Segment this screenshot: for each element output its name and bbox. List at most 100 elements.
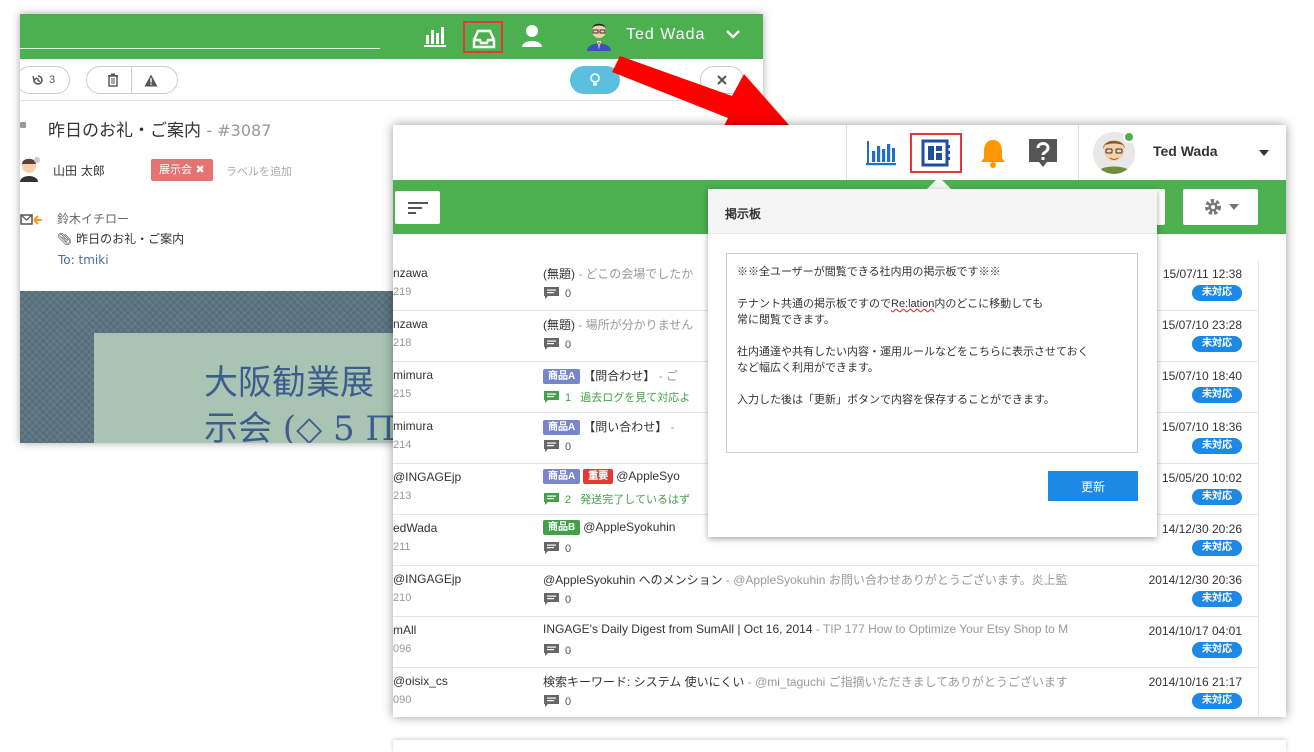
tag-badge[interactable]: 商品B — [543, 520, 581, 535]
row-id: 213 — [393, 490, 412, 502]
status-badge[interactable]: 未対応 — [1192, 540, 1242, 556]
row-comments: 0 — [544, 440, 571, 453]
tag-badge[interactable]: 商品A — [543, 420, 581, 435]
popover-header: 掲示板 — [708, 189, 1157, 234]
tag-badge[interactable]: 商品A — [543, 369, 581, 384]
mail-reply-icon — [20, 212, 46, 226]
table-row[interactable]: @oisix_cs 090 検索キーワード: システム 使いにくい - @mi_ta… — [393, 668, 1258, 717]
chart-icon[interactable] — [422, 23, 448, 49]
row-comments: 1 過去ログを見て対応よ — [544, 389, 690, 405]
front-header: Ted Wada — [393, 125, 1286, 180]
update-button[interactable]: 更新 — [1048, 471, 1138, 501]
user-icon[interactable] — [519, 23, 545, 49]
row-date: 2014/10/16 21:17 — [1148, 675, 1242, 689]
settings-button[interactable] — [1183, 189, 1258, 225]
subject-text: 昨日のお礼・ご案内 — [48, 121, 201, 141]
ticket-subject: 昨日のお礼・ご案内 - #3087 — [48, 116, 271, 141]
row-customer: edWada — [393, 521, 438, 535]
bulletin-line3: 常に閲覧できます。 — [737, 314, 835, 326]
warning-icon[interactable] — [144, 74, 158, 87]
status-badge[interactable]: 未対応 — [1192, 438, 1242, 454]
subject-bullet — [20, 122, 26, 128]
row-id: 218 — [393, 337, 412, 349]
row-date: 14/12/30 20:26 — [1161, 522, 1242, 536]
row-subject[interactable]: INGAGE's Daily Digest from SumAll | Oct … — [543, 622, 1118, 636]
bell-icon[interactable] — [977, 138, 1009, 168]
row-date: 15/05/20 10:02 — [1161, 471, 1242, 485]
row-comments: 0 — [544, 338, 571, 351]
row-comments: 0 — [544, 287, 571, 300]
comment-icon — [544, 644, 559, 656]
status-badge[interactable]: 未対応 — [1192, 387, 1242, 403]
row-id: 210 — [393, 592, 412, 604]
attachment-subject: 📎︎ 昨日のお礼・ご案内 — [57, 232, 185, 246]
back-search-underline — [20, 48, 380, 49]
trash-icon[interactable] — [107, 73, 119, 87]
tag-badge[interactable]: 商品A — [543, 469, 581, 484]
history-icon — [32, 75, 43, 85]
inbox-icon[interactable] — [463, 21, 503, 53]
lightbulb-icon — [590, 73, 600, 86]
sort-icon — [407, 201, 428, 214]
image-card: 大阪勧業展 示会 (◇ 5 ППП — [94, 333, 454, 443]
bulletin-line1: ※※全ユーザーが閲覧できる社内用の掲示板です※※ — [737, 266, 1001, 278]
row-customer: @INGAGEjp — [393, 572, 462, 586]
table-row[interactable]: mAll 096 INGAGE's Daily Digest from SumAll… — [393, 617, 1258, 668]
comment-icon — [544, 391, 559, 403]
status-badge[interactable]: 未対応 — [1192, 336, 1242, 352]
row-id: 090 — [393, 694, 412, 706]
row-id: 214 — [393, 439, 412, 451]
status-badge[interactable]: 未対応 — [1192, 642, 1242, 658]
username[interactable]: Ted Wada — [626, 26, 705, 44]
avatar[interactable] — [585, 21, 613, 51]
add-label-link[interactable]: ラベルを追加 — [226, 163, 292, 179]
comment-icon — [544, 493, 559, 505]
tag-badge[interactable]: 重要 — [583, 469, 614, 484]
status-badge[interactable]: 未対応 — [1192, 489, 1242, 505]
row-comments: 0 — [544, 644, 571, 657]
assignee-avatar — [20, 156, 40, 182]
label-badge[interactable]: 展示会 ✖ — [151, 159, 213, 181]
ticket-number: - #3087 — [206, 121, 272, 140]
bulletin-textarea[interactable]: ※※全ユーザーが閲覧できる社内用の掲示板です※※ テナント共通の掲示板ですのでR… — [726, 253, 1138, 453]
table-row[interactable]: @INGAGEjp 210 @AppleSyokuhin へのメンション - @Ap… — [393, 566, 1258, 617]
caret-down-icon[interactable] — [1259, 150, 1269, 156]
assignee-name[interactable]: 山田 太郎 — [53, 162, 105, 179]
row-id: 215 — [393, 388, 412, 400]
row-subject[interactable]: 検索キーワード: システム 使いにくい - @mi_taguchi ご指摘いただ… — [543, 673, 1118, 690]
row-comments: 0 — [544, 593, 571, 606]
comment-icon — [544, 440, 559, 452]
comment-icon — [544, 338, 559, 350]
chevron-down-icon[interactable] — [725, 26, 741, 42]
image-text-line1: 大阪勧業展 — [204, 363, 374, 403]
comment-icon — [544, 287, 559, 299]
row-id: 211 — [393, 541, 411, 553]
bulletin-board-popover: 掲示板 ※※全ユーザーが閲覧できる社内用の掲示板です※※ テナント共通の掲示板で… — [708, 189, 1157, 537]
row-customer: mimura — [393, 419, 434, 433]
status-badge[interactable]: 未対応 — [1192, 285, 1242, 301]
row-date: 15/07/10 18:40 — [1161, 369, 1242, 383]
row-date: 15/07/11 12:38 — [1162, 267, 1242, 281]
comment-icon — [544, 593, 559, 605]
paperclip-icon: 📎︎ — [57, 232, 73, 246]
gear-icon — [1204, 199, 1221, 215]
row-customer: @INGAGEjp — [393, 470, 462, 484]
status-badge[interactable]: 未対応 — [1192, 693, 1242, 709]
status-badge[interactable]: 未対応 — [1192, 591, 1242, 607]
bulletin-board-icon[interactable] — [910, 133, 962, 173]
online-status-dot — [1123, 131, 1135, 143]
chart-icon[interactable] — [865, 138, 897, 168]
row-id: 219 — [393, 286, 412, 298]
row-comments: 0 — [544, 695, 571, 708]
comment-icon — [544, 542, 559, 554]
username[interactable]: Ted Wada — [1153, 143, 1218, 159]
row-comments: 2 発送完了しているはず — [544, 491, 690, 507]
history-button[interactable]: 3 — [20, 66, 70, 94]
popover-arrow — [927, 177, 951, 189]
sort-button[interactable] — [395, 191, 440, 224]
row-date: 2014/10/17 04:01 — [1148, 624, 1242, 638]
help-icon[interactable] — [1027, 138, 1059, 168]
row-subject[interactable]: @AppleSyokuhin へのメンション - @AppleSyokuhin … — [543, 571, 1118, 588]
row-date: 15/07/10 18:36 — [1161, 420, 1242, 434]
bulletin-line4: 社内通達や共有したい内容・運用ルールなどをこちらに表示させておく — [737, 346, 1089, 358]
